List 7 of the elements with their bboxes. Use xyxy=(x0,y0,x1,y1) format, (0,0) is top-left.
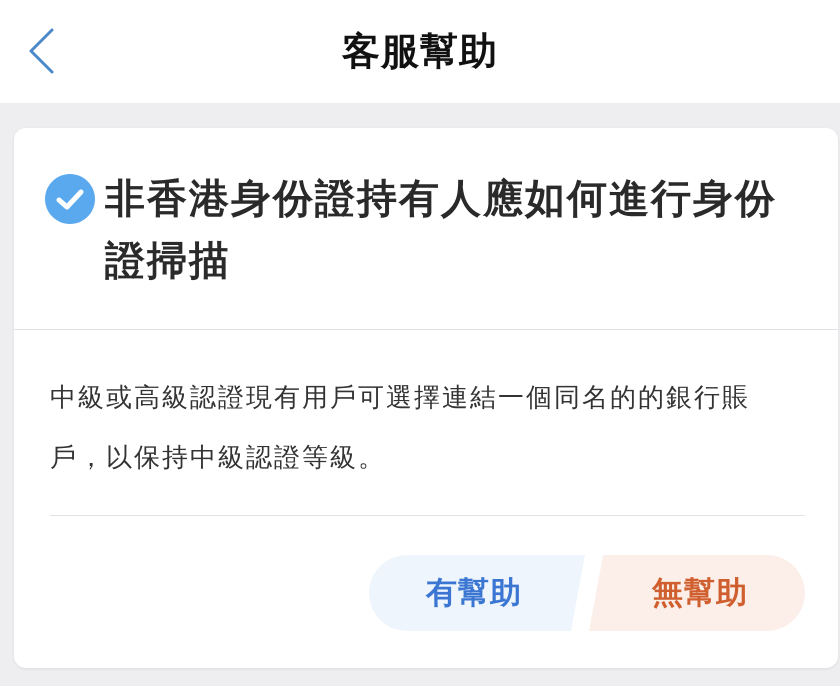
chevron-left-icon xyxy=(28,28,54,74)
not-helpful-button[interactable]: 無幫助 xyxy=(589,555,805,631)
check-circle-icon xyxy=(45,174,95,224)
article-title: 非香港身份證持有人應如何進行身份證掃描 xyxy=(105,175,778,286)
article-body: 中級或高級認證現有用戶可選擇連結一個同名的的銀行賬戶，以保持中級認證等級。 xyxy=(50,382,751,475)
page-title: 客服幫助 xyxy=(342,28,498,75)
helpful-button[interactable]: 有幫助 xyxy=(369,555,585,631)
